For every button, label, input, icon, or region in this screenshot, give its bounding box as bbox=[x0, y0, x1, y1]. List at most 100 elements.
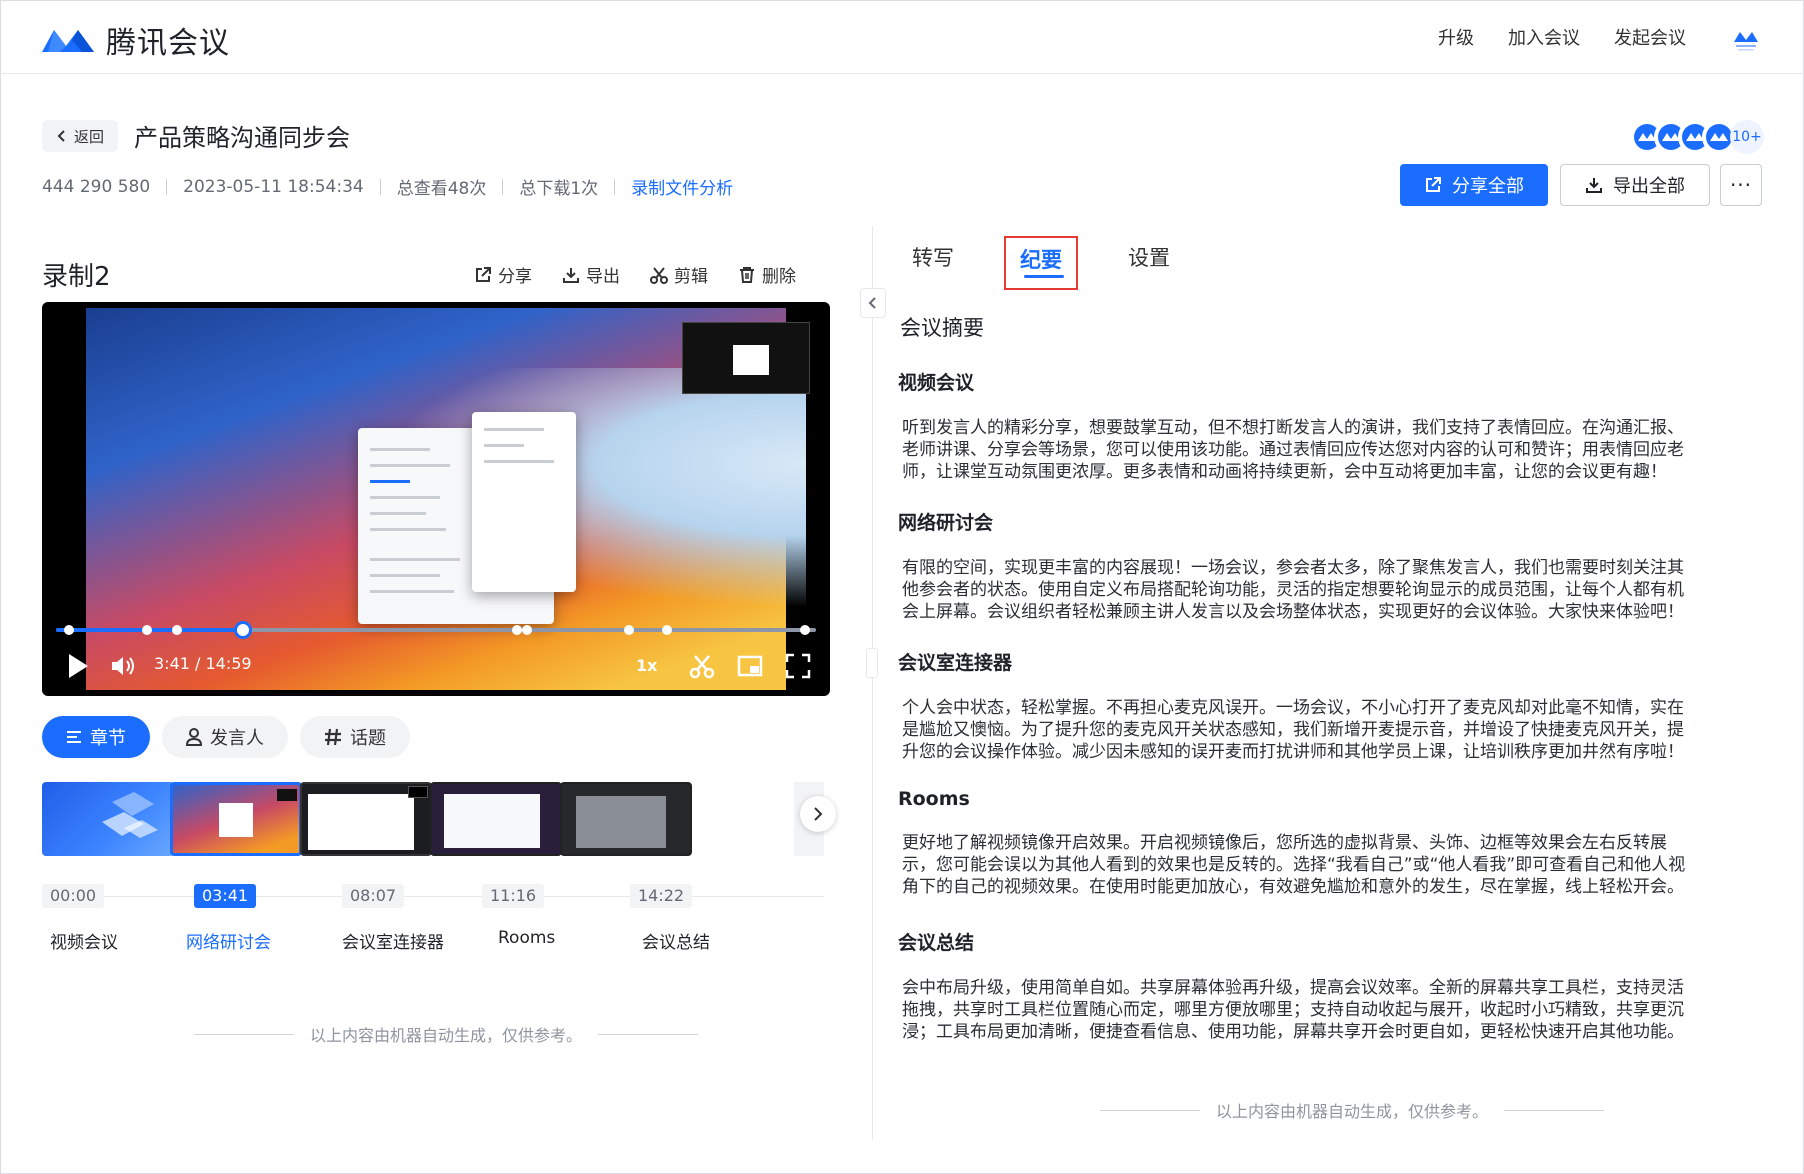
panel-divider bbox=[872, 226, 873, 1140]
video-time: 3:41 / 14:59 bbox=[154, 654, 252, 673]
section-line: 老师讲课、分享会等场景，您可以使用该功能。通过表情回应传达您对内容的认可和赞许；… bbox=[902, 440, 1684, 460]
app-logo[interactable]: 腾讯会议 bbox=[40, 18, 230, 62]
chapter-thumbnail[interactable] bbox=[170, 782, 302, 856]
auto-generated-note: 以上内容由机器自动生成，仅供参考。 bbox=[194, 1022, 699, 1046]
section-line: 浸；工具布局更加清晰，便捷查看信息、使用功能，屏幕共享开会时更自如，更轻松快速开… bbox=[902, 1022, 1684, 1042]
meeting-title: 产品策略沟通同步会 bbox=[134, 124, 350, 152]
tab-transcript[interactable]: 转写 bbox=[898, 236, 968, 290]
scissors-icon[interactable] bbox=[688, 652, 716, 680]
scissors-icon bbox=[650, 266, 668, 284]
section-line: 角下的自己的视频效果。在使用时能更加放心，有效避免尴尬和意外的发生，尽在掌握，线… bbox=[902, 877, 1684, 897]
thumbnail-pip bbox=[408, 786, 428, 798]
more-button[interactable]: ··· bbox=[1720, 164, 1762, 206]
upgrade-link[interactable]: 升级 bbox=[1438, 24, 1474, 50]
chapter-label[interactable]: 会议总结 bbox=[642, 928, 710, 953]
chapter-filter-chips: 章节 发言人 话题 bbox=[42, 716, 410, 758]
chapter-thumbnail[interactable] bbox=[430, 782, 562, 856]
video-player[interactable]: 3:41 / 14:59 1x bbox=[42, 302, 830, 696]
section-line: 师，让课堂互动氛围更浓厚。更多表情和动画将持续更新，会中互动将更加丰富，让您的会… bbox=[902, 462, 1667, 482]
more-participants-badge[interactable]: 10+ bbox=[1730, 120, 1764, 154]
window-line bbox=[370, 448, 430, 451]
video-progress-bar[interactable] bbox=[56, 621, 816, 639]
chapter-label[interactable]: Rooms bbox=[498, 928, 555, 948]
chapter-marker[interactable] bbox=[624, 625, 634, 635]
back-label: 返回 bbox=[73, 127, 104, 146]
minutes-panel: 转写 纪要 设置 会议摘要 视频会议 听到发言人的精彩分享，想要鼓掌互动，但不想… bbox=[880, 226, 1804, 1174]
section-line: 会中布局升级，使用简单自如。共享屏幕体验再升级，提高会议效率。全新的屏幕共享工具… bbox=[902, 978, 1684, 998]
next-chapters-button[interactable] bbox=[800, 796, 836, 832]
chapter-label[interactable]: 会议室连接器 bbox=[342, 928, 444, 953]
tab-settings[interactable]: 设置 bbox=[1114, 236, 1184, 290]
chapter-marker[interactable] bbox=[800, 625, 810, 635]
section-line: 更好地了解视频镜像开启效果。开启视频镜像后，您所选的虚拟背景、头饰、边框等效果会… bbox=[902, 833, 1667, 853]
section-title: 视频会议 bbox=[898, 372, 975, 394]
thumbnail-window bbox=[308, 794, 414, 850]
analysis-link[interactable]: 录制文件分析 bbox=[631, 174, 733, 199]
chapter-marker[interactable] bbox=[64, 625, 74, 635]
section-title: Rooms bbox=[898, 788, 970, 810]
download-icon bbox=[563, 267, 579, 283]
user-avatar[interactable] bbox=[1728, 20, 1764, 56]
chapters-chip[interactable]: 章节 bbox=[42, 716, 150, 758]
recording-title: 录制2 bbox=[42, 262, 111, 292]
trash-icon bbox=[740, 266, 754, 283]
participant-avatars[interactable]: 10+ bbox=[1630, 120, 1764, 154]
back-button[interactable]: 返回 bbox=[42, 120, 118, 152]
chapter-label[interactable]: 网络研讨会 bbox=[186, 928, 271, 953]
tab-minutes[interactable]: 纪要 bbox=[1004, 236, 1078, 290]
chapter-marker[interactable] bbox=[662, 625, 672, 635]
chapter-time: 00:00 bbox=[42, 884, 105, 908]
window-line bbox=[370, 558, 460, 561]
resize-handle[interactable] bbox=[866, 648, 878, 678]
volume-icon[interactable] bbox=[110, 654, 138, 678]
tencent-meeting-logo-icon bbox=[42, 30, 94, 52]
share-tool-label: 分享 bbox=[498, 267, 532, 287]
participant-logo-icon bbox=[1706, 124, 1732, 150]
export-tool[interactable]: 导出 bbox=[562, 262, 620, 287]
summary-heading: 会议摘要 bbox=[900, 316, 984, 340]
fullscreen-icon[interactable] bbox=[784, 652, 812, 680]
topics-chip[interactable]: 话题 bbox=[300, 716, 410, 758]
chapter-thumbnail[interactable] bbox=[42, 782, 174, 856]
chapter-thumbnail[interactable] bbox=[560, 782, 692, 856]
playback-speed[interactable]: 1x bbox=[636, 656, 657, 675]
section-line: 示，您可能会误以为其他人看到的效果也是反转的。选择“我看自己”或“他人看我”即可… bbox=[902, 855, 1686, 875]
meeting-id: 444 290 580 bbox=[42, 176, 151, 197]
speakers-chip-label: 发言人 bbox=[210, 728, 264, 749]
window-line bbox=[370, 512, 426, 515]
chapter-time: 03:41 bbox=[194, 884, 257, 908]
divider bbox=[1504, 1109, 1605, 1111]
delete-tool[interactable]: 删除 bbox=[738, 262, 796, 287]
thumbnail-window bbox=[219, 803, 253, 837]
tab-transcript-label: 转写 bbox=[912, 246, 954, 270]
chapter-marker[interactable] bbox=[522, 625, 532, 635]
summary-section: Rooms 更好地了解视频镜像开启效果。开启视频镜像后，您所选的虚拟背景、头饰、… bbox=[898, 788, 1798, 898]
picture-in-picture-icon[interactable] bbox=[736, 652, 764, 680]
share-tool[interactable]: 分享 bbox=[474, 262, 532, 287]
chapter-marker[interactable] bbox=[172, 625, 182, 635]
section-line: 有限的空间，实现更丰富的内容展现！一场会议，参会者太多，除了聚焦发言人，我们也需… bbox=[902, 558, 1684, 578]
speakers-chip[interactable]: 发言人 bbox=[162, 716, 288, 758]
progress-handle[interactable] bbox=[233, 621, 252, 639]
clip-tool[interactable]: 剪辑 bbox=[650, 262, 708, 287]
share-all-button[interactable]: 分享全部 bbox=[1400, 164, 1548, 206]
join-meeting-link[interactable]: 加入会议 bbox=[1508, 24, 1580, 50]
play-icon[interactable] bbox=[66, 652, 90, 680]
recording-toolbar: 分享 导出 剪辑 删除 bbox=[474, 262, 796, 287]
window-line bbox=[370, 528, 446, 531]
chapter-marker[interactable] bbox=[512, 625, 522, 635]
window-line bbox=[370, 496, 440, 499]
chapter-marker[interactable] bbox=[142, 625, 152, 635]
chapter-time: 08:07 bbox=[342, 884, 405, 908]
window-line bbox=[484, 460, 554, 463]
start-meeting-link[interactable]: 发起会议 bbox=[1614, 24, 1686, 50]
meeting-meta: 444 290 580 2023-05-11 18:54:34 总查看48次 总… bbox=[42, 174, 733, 200]
chapter-list: 00:00 03:41 08:07 11:16 14:22 视频会议 网络研讨会… bbox=[42, 782, 832, 962]
chapter-time: 11:16 bbox=[482, 884, 545, 908]
summary-section: 会议室连接器 个人会中状态，轻松掌握。不再担心麦克风误开。一场会议，不小心打开了… bbox=[898, 648, 1798, 763]
chapter-thumbnail[interactable] bbox=[300, 782, 432, 856]
section-line: 听到发言人的精彩分享，想要鼓掌互动，但不想打断发言人的演讲，我们支持了表情回应。… bbox=[902, 418, 1684, 438]
export-all-button[interactable]: 导出全部 bbox=[1560, 164, 1710, 206]
download-count: 总下载1次 bbox=[519, 179, 599, 199]
chapter-label[interactable]: 视频会议 bbox=[50, 928, 118, 953]
